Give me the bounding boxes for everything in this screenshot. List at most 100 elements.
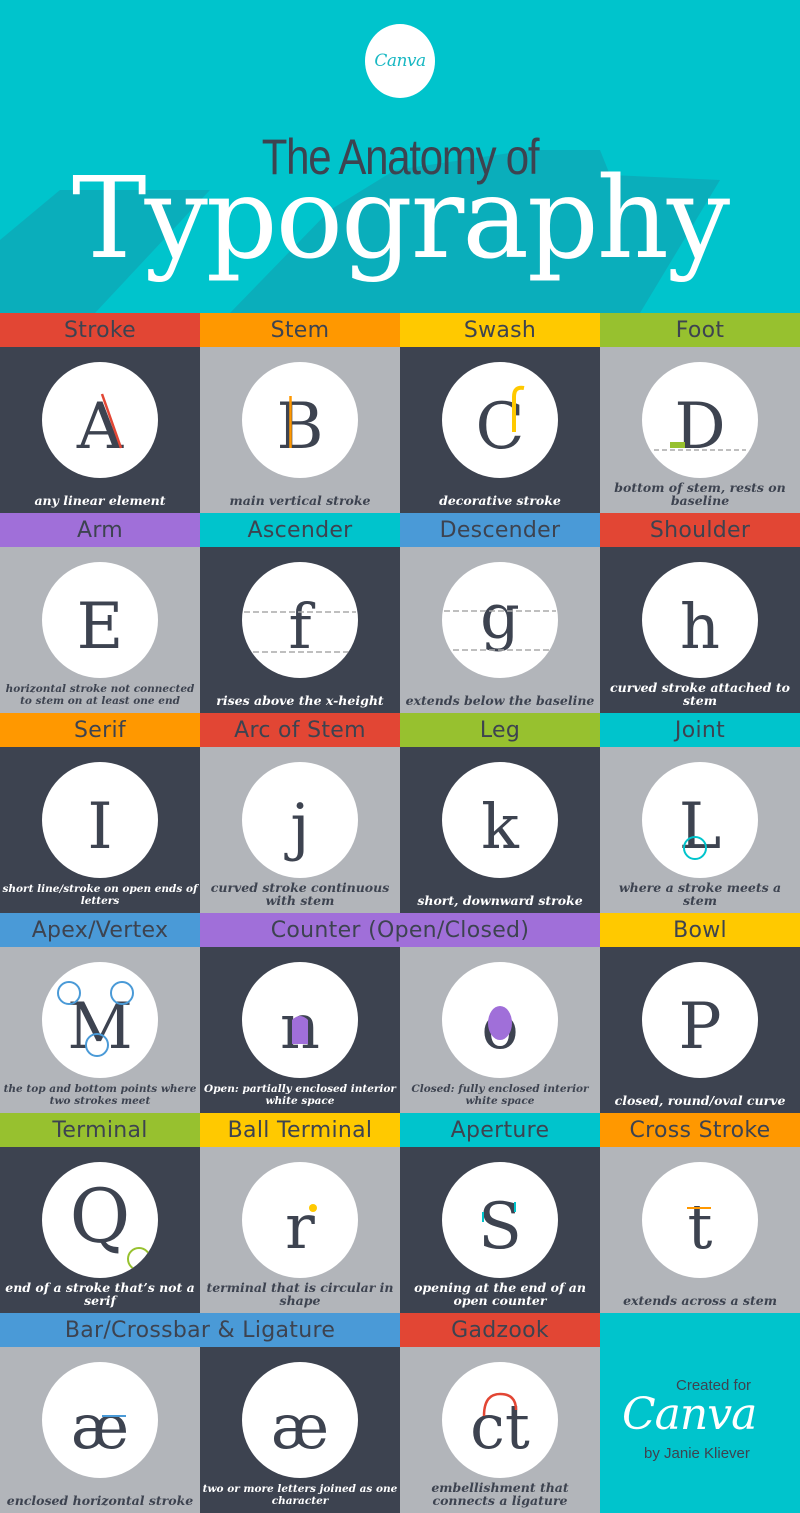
glyph-illustration: o [481,990,518,1063]
glyph-illustration: ct [470,1390,530,1463]
glyph-circle: E [42,562,158,678]
glyph-circle: g [442,562,558,678]
term-header: Terminal [0,1113,200,1147]
term-card: Bmain vertical stroke [200,347,400,513]
glyph-circle: ct [442,1362,558,1478]
glyph-highlight [309,1204,317,1212]
glyph-letter: Q [70,1174,131,1260]
glyph-illustration: I [87,790,112,864]
glyph-illustration: k [481,790,519,863]
glyph-letter: æ [71,1390,129,1463]
glyph-circle: P [642,962,758,1078]
glyph-illustration: D [654,390,746,464]
term-description: where a stroke meets a stem [618,880,782,908]
term-header: Bar/Crossbar & Ligature [0,1313,400,1347]
term-card: Mthe top and bottom points where two str… [0,947,200,1113]
term-header: Bowl [600,913,800,947]
term-card: Ehorizontal stroke not connected to stem… [0,547,200,713]
glyph-circle: j [242,762,358,878]
term-description: two or more letters joined as one charac… [202,1483,398,1507]
term-card: æ enclosed horizontal stroke [0,1347,200,1513]
term-row: Apex/Vertex Counter (Open/Closed) Bowl Mthe… [0,913,800,1113]
term-card: Lwhere a stroke meets a stem [600,747,800,913]
term-card: Aany linear element [0,347,200,513]
term-row: Terminal Ball Terminal Aperture Cross Strok… [0,1113,800,1313]
glyph-letter: S [478,1190,522,1264]
glyph-letter: h [680,590,720,663]
glyph-highlight [99,594,127,648]
term-description: opening at the end of an open counter [414,1280,586,1308]
glyph-illustration: M [57,981,134,1064]
glyph-circle: o [442,962,558,1078]
anatomy-grid: Stroke Stem Swash Foot Aany linear element Bm… [0,313,800,1513]
glyph-illustration: B [276,390,323,464]
canva-wordmark: Canva [622,1389,757,1440]
term-card: n Open: partially enclosed interior white… [200,947,400,1113]
term-card: o Closed: fully enclosed interior white s… [400,947,600,1113]
glyph-illustration: t [687,1190,713,1263]
title-line-2: Typography [71,154,730,284]
term-header: Leg [400,713,600,747]
glyph-letter: D [674,390,725,464]
glyph-illustration: A [76,390,124,464]
glyph-circle: Q [42,1162,158,1278]
term-card: r terminal that is circular in shape [200,1147,400,1313]
glyph-circle: L [642,762,758,878]
glyph-circle: B [242,362,358,478]
term-description: short, downward stroke [417,893,583,908]
glyph-circle: f [242,562,358,678]
glyph-illustration: j [284,790,309,863]
glyph-illustration: n [280,990,320,1063]
term-card: æ two or more letters joined as one chara… [200,1347,400,1513]
glyph-illustration: æ [271,1390,329,1463]
glyph-circle: M [42,962,158,1078]
glyph-illustration: r [285,1190,317,1263]
term-description: short line/stroke on open ends of letter… [2,883,198,907]
glyph-letter: t [688,1190,713,1263]
term-description: terminal that is circular in shape [206,1280,394,1308]
glyph-illustration: S [478,1190,522,1264]
glyph-illustration: g [444,580,556,653]
term-card: ct embellishment that connects a ligature [400,1347,600,1513]
glyph-highlight [127,1247,151,1271]
glyph-circle: C [442,362,558,478]
glyph-circle: n [242,962,358,1078]
term-card: Qend of a stroke that’s not a serif [0,1147,200,1313]
term-description: curved stroke attached to stem [610,680,790,708]
term-header: Ball Terminal [200,1113,400,1147]
author-byline: by Janie Kliever [644,1445,750,1462]
term-description: bottom of stem, rests on baseline [614,480,786,508]
glyph-circle: D [642,362,758,478]
glyph-letter: j [284,790,309,863]
glyph-illustration: L [679,790,722,864]
term-description: main vertical stroke [229,493,371,508]
term-card: Dbottom of stem, rests on baseline [600,347,800,513]
term-card: j curved stroke continuous with stem [200,747,400,913]
term-card: g extends below the baseline [400,547,600,713]
term-description: any linear element [34,493,166,508]
term-description: curved stroke continuous with stem [210,880,390,908]
glyph-circle: æ [42,1362,158,1478]
term-header: Ascender [200,513,400,547]
term-row: Serif Arc of Stem Leg Joint Ishort line/stro… [0,713,800,913]
term-header: Counter (Open/Closed) [200,913,600,947]
term-description: closed, round/oval curve [614,1093,786,1108]
term-row: Stroke Stem Swash Foot Aany linear element Bm… [0,313,800,513]
term-card: Cdecorative stroke [400,347,600,513]
glyph-circle: k [442,762,558,878]
glyph-illustration: h [680,590,720,663]
term-description: rises above the x-height [216,693,384,708]
term-row: Arm Ascender Descender Shoulder Ehorizontal … [0,513,800,713]
term-header: Gadzook [400,1313,600,1347]
term-row: Bar/Crossbar & Ligature Gadzook æ enclosed … [0,1313,800,1513]
glyph-letter: B [276,390,323,464]
credit-panel: Created for Canva by Janie Kliever [600,1313,800,1513]
term-card: f rises above the x-height [200,547,400,713]
glyph-circle: S [442,1162,558,1278]
term-description: embellishment that connects a ligature [431,1480,569,1508]
term-description: decorative stroke [439,493,561,508]
term-header: Swash [400,313,600,347]
term-card: Sopening at the end of an open counter [400,1147,600,1313]
glyph-letter: æ [271,1390,329,1463]
term-header: Serif [0,713,200,747]
